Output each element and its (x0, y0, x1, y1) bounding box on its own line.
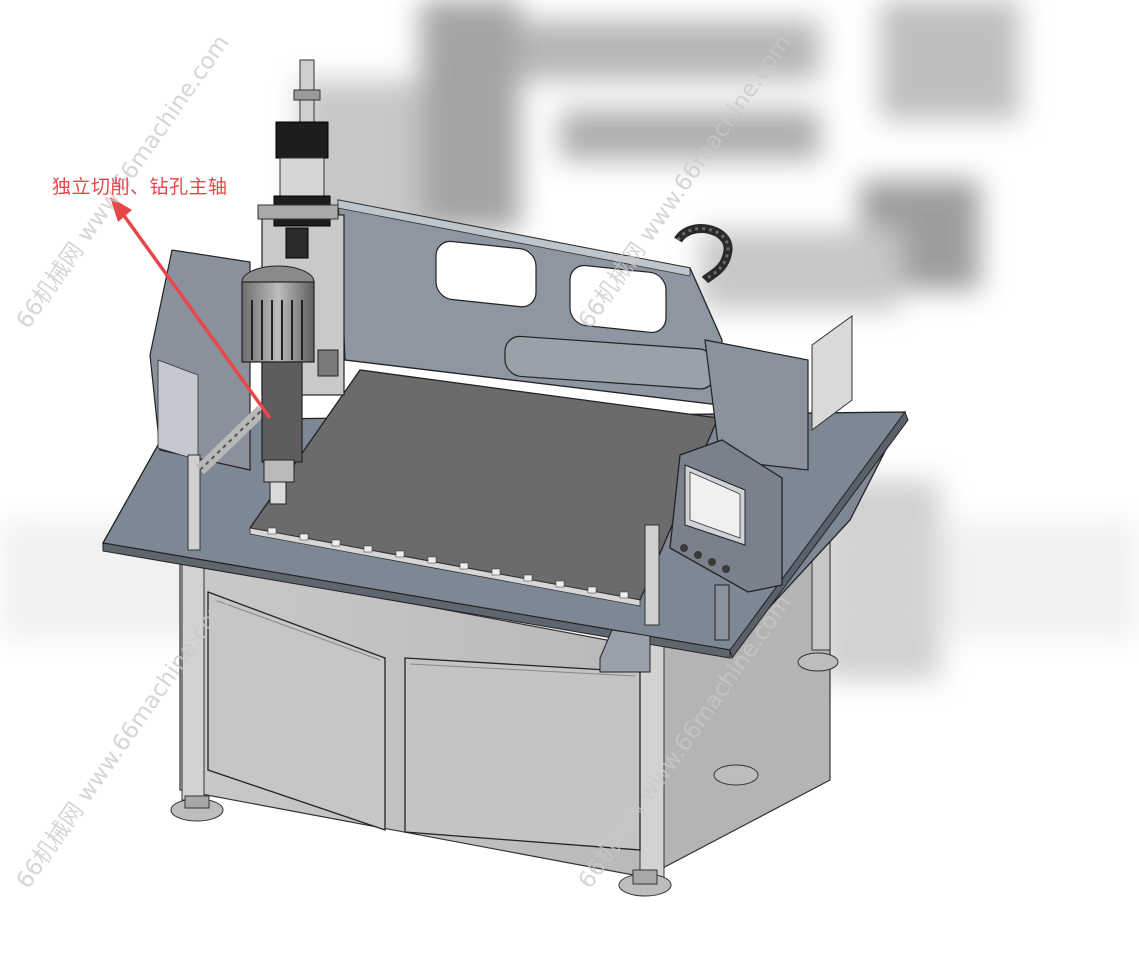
spindle-annotation-label: 独立切削、钻孔主轴 (52, 176, 228, 198)
cad-render-canvas: 66机械网 www.66machine.com 66机械网 www.66mach… (0, 0, 1139, 972)
machine-illustration: 66机械网 www.66machine.com 66机械网 www.66mach… (0, 0, 1139, 897)
cabinet-door-right (404, 657, 641, 851)
